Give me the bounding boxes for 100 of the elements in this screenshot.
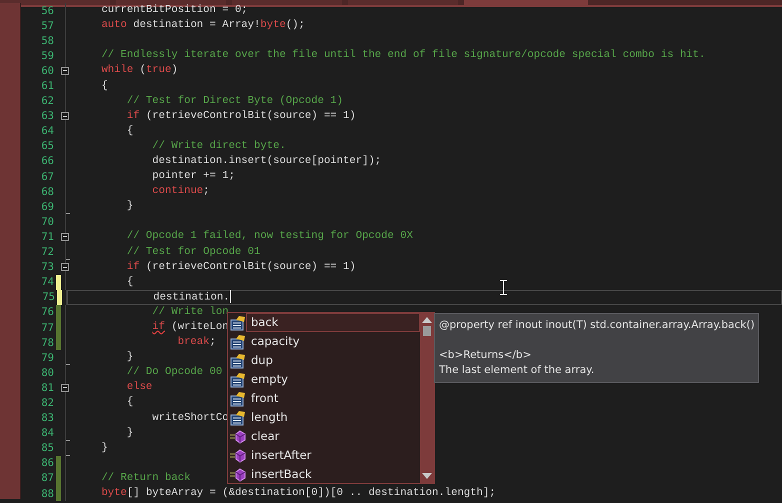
line-number: 58: [40, 34, 54, 47]
code-keyword: true: [146, 64, 172, 76]
scroll-up-icon[interactable]: [422, 317, 432, 323]
line-number: 67: [40, 170, 54, 183]
line-number: 68: [40, 186, 54, 198]
completion-item[interactable]: length: [228, 408, 420, 427]
completion-item[interactable]: capacity: [228, 332, 420, 351]
line-number: 72: [40, 246, 54, 258]
code-comment: // Write direct byte.: [152, 140, 286, 152]
signature-text: @property ref inout inout(T) std.container.array.Array.back(): [439, 318, 754, 333]
code-text: ;: [203, 185, 210, 198]
code-comment: // Opcode 1 failed, now testing for Opcode 0X: [126, 230, 413, 242]
line-number: 61: [40, 80, 54, 92]
property-icon: [230, 372, 246, 388]
line-number: 87: [40, 472, 54, 484]
completion-item[interactable]: insertBack: [228, 465, 420, 484]
code-keyword: if: [126, 260, 140, 273]
collapse-icon[interactable]: [61, 66, 69, 75]
method-icon: [230, 448, 246, 462]
completion-item[interactable]: front: [228, 389, 420, 408]
code-keyword: while: [101, 64, 134, 76]
code-text: destination = Array!: [133, 19, 260, 32]
code-text: {: [126, 276, 134, 288]
code-comment: // Write lon: [152, 306, 229, 318]
code-text: }: [126, 351, 134, 364]
property-icon: [230, 390, 246, 406]
property-icon: [230, 334, 246, 350]
code-comment: // Test for Direct Byte (Opcode 1): [126, 94, 344, 107]
code-comment: // Return back: [101, 472, 190, 484]
line-number: 79: [40, 352, 54, 364]
code-keyword: if: [152, 321, 166, 334]
code-text: {: [101, 80, 108, 92]
line-number: 63: [40, 110, 54, 122]
code-text: (retrieveControlBit(source) == 1): [146, 110, 356, 122]
line-number: 69: [40, 200, 54, 213]
code-keyword: byte: [101, 487, 127, 500]
completion-item[interactable]: dup: [228, 351, 420, 370]
scrollbar[interactable]: [420, 313, 434, 483]
code-text: writeShortCo: [152, 412, 229, 424]
line-number: 57: [40, 20, 54, 32]
line-number: 88: [40, 488, 54, 500]
code-keyword: if: [126, 110, 140, 122]
line-number: 70: [40, 216, 54, 228]
line-number: 76: [40, 306, 54, 318]
line-number: 83: [40, 412, 54, 424]
property-icon: [230, 352, 246, 368]
code-text: currentBitPosition = 0;: [101, 4, 248, 16]
code-keyword: byte: [260, 19, 286, 32]
line-number: 82: [40, 396, 54, 409]
line-number: 62: [40, 95, 54, 108]
code-text: ();: [286, 19, 305, 32]
line-number: 85: [40, 442, 54, 454]
method-icon: [230, 468, 246, 482]
line-number: 84: [40, 427, 54, 440]
code-comment: // Test for Opcode 01: [126, 246, 260, 258]
line-number: 78: [40, 336, 54, 349]
code-text: (writeLon: [171, 321, 229, 334]
code-comment: // Do Opcode 00: [126, 366, 222, 378]
scroll-down-icon[interactable]: [422, 473, 432, 479]
collapse-icon[interactable]: [61, 384, 69, 392]
code-text: [] byteArray = (&destination[0])[0 .. destination.length];: [126, 487, 496, 500]
code-text: {: [126, 396, 134, 408]
code-text: (retrieveControlBit(source) == 1): [146, 260, 356, 273]
code-keyword: auto: [101, 19, 127, 32]
collapse-icon[interactable]: [61, 112, 69, 120]
code-text: {: [126, 124, 134, 137]
scroll-thumb[interactable]: [423, 326, 431, 336]
line-number: 56: [40, 4, 54, 17]
line-number: 66: [40, 155, 54, 168]
code-text: destination.: [153, 290, 230, 303]
property-icon: [230, 410, 246, 426]
doc-description: The last element of the array.: [439, 363, 596, 378]
property-icon: [230, 314, 246, 330]
code-text: destination.insert(source[pointer]);: [152, 154, 382, 167]
line-number: 64: [40, 125, 54, 138]
code-keyword: else: [126, 381, 152, 394]
collapse-icon[interactable]: [61, 232, 69, 241]
line-number: 75: [41, 291, 55, 304]
code-text: pointer += 1;: [152, 170, 235, 182]
completion-item[interactable]: empty: [228, 370, 420, 389]
line-number: 77: [40, 322, 54, 334]
text-caret: [230, 290, 231, 303]
line-number: 65: [40, 140, 54, 152]
completion-item[interactable]: clear: [228, 427, 420, 446]
line-number: 73: [40, 261, 54, 274]
text-cursor-icon: [500, 280, 507, 295]
code-text: ): [171, 64, 178, 76]
collapse-icon[interactable]: [61, 263, 69, 272]
line-number: 80: [40, 366, 54, 379]
method-icon: [230, 430, 246, 444]
code-text: }: [101, 442, 108, 454]
line-number: 71: [40, 230, 54, 243]
line-number: 81: [40, 382, 54, 394]
code-keyword: continue: [152, 185, 204, 198]
code-text: }: [126, 200, 134, 212]
code-text: }: [126, 426, 134, 439]
completion-item[interactable]: insertAfter: [228, 446, 420, 465]
line-number: 86: [40, 457, 54, 470]
code-text: (: [140, 64, 146, 76]
line-number: 59: [40, 50, 54, 62]
